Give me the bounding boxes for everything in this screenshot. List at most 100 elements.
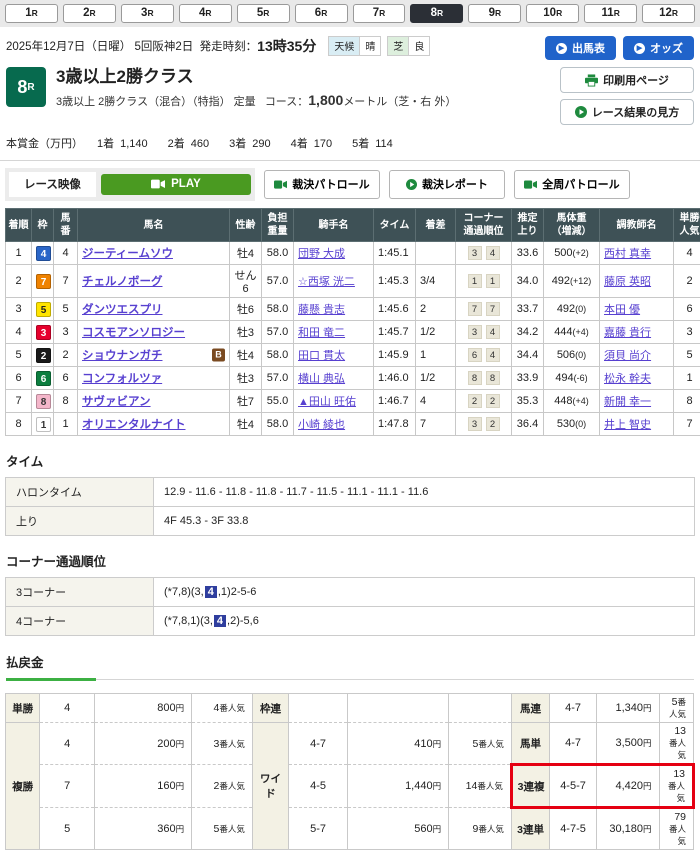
race-video-label: レース映像 — [9, 172, 96, 197]
body-weight-cell: 492(0) — [544, 298, 600, 321]
horse-name-link[interactable]: サヴァビアン — [82, 396, 151, 408]
carried-weight: 55.0 — [262, 390, 294, 413]
col-horse-name: 馬名 — [78, 209, 230, 242]
race-date: 2025年12月7日（日曜） — [6, 38, 131, 54]
horse-name-link[interactable]: ダンツエスプリ — [82, 304, 163, 316]
place-label: 複勝 — [6, 723, 40, 850]
corner-order-cell: 11 — [456, 265, 512, 298]
race-tabs: 1R 2R 3R 4R 5R 6R 7R 8R 9R 10R 11R 12R — [0, 0, 700, 27]
tab-race-4[interactable]: 4R — [179, 4, 232, 23]
horse-name-link[interactable]: コンフォルツァ — [82, 373, 162, 385]
trainer-cell: 本田 優 — [600, 298, 674, 321]
time-cell: 1:45.9 — [374, 344, 416, 367]
body-weight-cell: 444(+4) — [544, 321, 600, 344]
trainer-cell: 西村 真幸 — [600, 242, 674, 265]
trainer-link[interactable]: 井上 智史 — [604, 419, 651, 431]
jockey-link[interactable]: ☆西塚 洸二 — [298, 276, 355, 288]
time-table: ハロンタイム12.9 - 11.6 - 11.8 - 11.8 - 11.7 -… — [5, 477, 695, 536]
tab-race-10[interactable]: 10R — [526, 4, 579, 23]
col-bracket: 枠 — [32, 209, 54, 242]
trainer-link[interactable]: 西村 真幸 — [604, 248, 651, 260]
trainer-link[interactable]: 嘉藤 貴行 — [604, 327, 651, 339]
jockey-link[interactable]: 小崎 綾也 — [298, 419, 345, 431]
col-time: タイム — [374, 209, 416, 242]
horse-name-cell: コスモアンソロジー — [78, 321, 230, 344]
race-conditions: 3歳以上 2勝クラス（混合）（特指） 定量 コース：1,800メートル（芝・右 … — [56, 92, 456, 109]
entries-button[interactable]: ▶出馬表 — [545, 36, 616, 60]
tab-race-5[interactable]: 5R — [237, 4, 290, 23]
play-button[interactable]: PLAY — [101, 174, 251, 195]
tab-race-12[interactable]: 12R — [642, 4, 695, 23]
jockey-link[interactable]: ▲田山 旺佑 — [298, 396, 356, 408]
bracket-quinella-amount — [347, 694, 448, 723]
result-row-6: 6 6 6 コンフォルツァ 牡3 57.0 横山 典弘 1:46.0 1/2 8… — [6, 367, 700, 390]
trainer-cell: 藤原 英昭 — [600, 265, 674, 298]
tab-race-9[interactable]: 9R — [468, 4, 521, 23]
tab-race-8-active[interactable]: 8R — [410, 4, 463, 23]
print-page-button[interactable]: 印刷用ページ — [560, 67, 694, 93]
horse-name-link[interactable]: チェルノボーグ — [82, 276, 163, 288]
bracket-cell: 7 — [32, 265, 54, 298]
corner-section-heading: コーナー通過順位 — [6, 551, 694, 570]
bracket-cell: 1 — [32, 413, 54, 436]
corner3-position: 2 — [468, 394, 482, 408]
body-weight-cell: 506(0) — [544, 344, 600, 367]
quinella-number: 4-7 — [550, 694, 597, 723]
horse-name-link[interactable]: ショウナンガチ — [82, 350, 163, 362]
corner-order-cell: 22 — [456, 390, 512, 413]
tab-race-3[interactable]: 3R — [121, 4, 174, 23]
tab-race-7[interactable]: 7R — [353, 4, 406, 23]
jockey-link[interactable]: 和田 竜二 — [298, 327, 345, 339]
results-table: 着順 枠 馬番 馬名 性齢 負担重量 騎手名 タイム 着差 コーナー通過順位 推… — [5, 208, 700, 436]
results-guide-button[interactable]: レース結果の見方 — [560, 99, 694, 125]
carried-weight: 57.0 — [262, 321, 294, 344]
tab-race-2[interactable]: 2R — [63, 4, 116, 23]
corner4-position: 4 — [486, 325, 500, 339]
corner3-order: (*7,8)(3,4,1)2-5-6 — [154, 578, 695, 607]
trainer-link[interactable]: 松永 幹夫 — [604, 373, 651, 385]
popularity-cell: 1 — [674, 367, 700, 390]
wide-number: 5-7 — [289, 808, 348, 850]
sex-age: 牡3 — [230, 321, 262, 344]
odds-button[interactable]: ▶オッズ — [623, 36, 694, 60]
trainer-link[interactable]: 新開 幸一 — [604, 396, 651, 408]
trifecta-popularity: 79番人気 — [659, 808, 693, 850]
wide-number: 4-7 — [289, 723, 348, 765]
exacta-label: 馬単 — [511, 723, 549, 765]
furlong-times: 12.9 - 11.6 - 11.8 - 11.8 - 11.7 - 11.5 … — [154, 478, 695, 507]
corner3-position: 3 — [468, 325, 482, 339]
trainer-link[interactable]: 須貝 尚介 — [604, 350, 651, 362]
jockey-cell: 田口 貫太 — [294, 344, 374, 367]
bracket-badge: 1 — [36, 417, 51, 432]
horse-name-link[interactable]: オリエンタルナイト — [82, 419, 186, 431]
place-number: 5 — [40, 808, 95, 850]
tab-race-11[interactable]: 11R — [584, 4, 637, 23]
last-furlongs-value: 4F 45.3 - 3F 33.8 — [154, 507, 695, 536]
popularity-cell: 3 — [674, 321, 700, 344]
jockey-link[interactable]: 藤懸 貴志 — [298, 304, 345, 316]
stewards-patrol-button[interactable]: 裁決パトロール — [264, 170, 380, 199]
margin-cell: 2 — [416, 298, 456, 321]
horse-name-link[interactable]: ジーティームソウ — [82, 248, 173, 260]
stewards-report-button[interactable]: 裁決レポート — [389, 170, 505, 199]
jockey-link[interactable]: 田口 貫太 — [298, 350, 345, 362]
wide-label: ワイド — [252, 723, 288, 850]
trainer-link[interactable]: 本田 優 — [604, 304, 640, 316]
horse-name-cell: チェルノボーグ — [78, 265, 230, 298]
jockey-link[interactable]: 団野 大成 — [298, 248, 345, 260]
payout-section-heading: 払戻金 — [6, 652, 694, 680]
corner-order-cell: 32 — [456, 413, 512, 436]
payout-row-2: 複勝 4 200円 3番人気 ワイド 4-7 410円 5番人気 馬単 4-7 … — [6, 723, 694, 765]
horse-name-link[interactable]: コスモアンソロジー — [82, 327, 185, 339]
bracket-badge: 5 — [36, 302, 51, 317]
popularity-cell: 7 — [674, 413, 700, 436]
tab-race-6[interactable]: 6R — [295, 4, 348, 23]
finish-position: 7 — [6, 390, 32, 413]
all-round-patrol-button[interactable]: 全周パトロール — [514, 170, 630, 199]
trifecta-number: 4-7-5 — [550, 808, 597, 850]
trainer-link[interactable]: 藤原 英昭 — [604, 276, 651, 288]
horse-name-cell: ダンツエスプリ — [78, 298, 230, 321]
jockey-link[interactable]: 横山 典弘 — [298, 373, 345, 385]
tab-race-1[interactable]: 1R — [5, 4, 58, 23]
arrow-circle-icon: ▶ — [556, 43, 567, 54]
